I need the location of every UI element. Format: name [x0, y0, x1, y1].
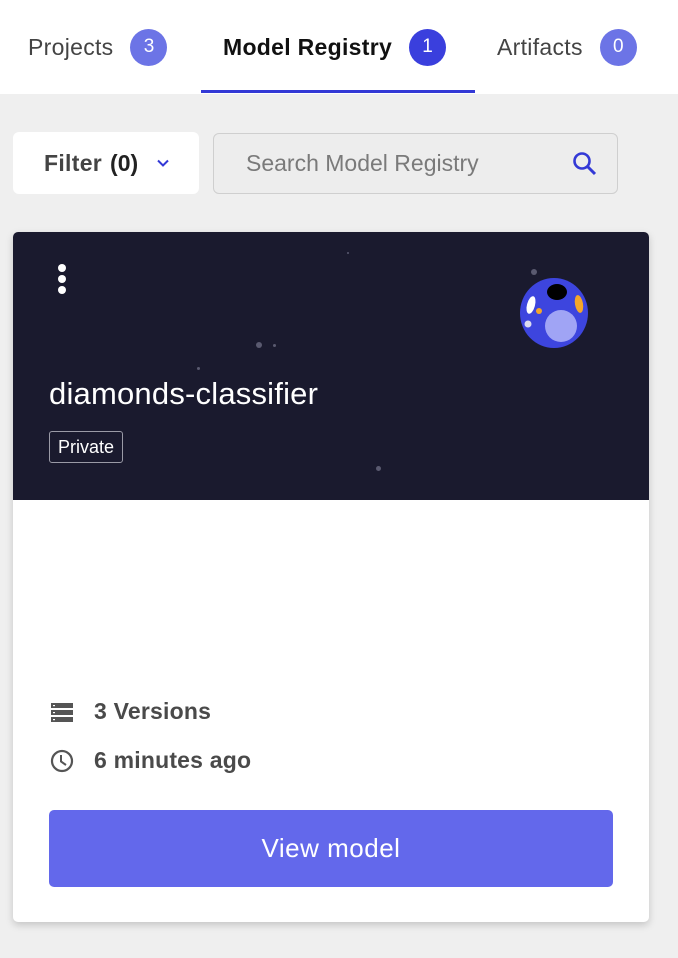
model-card: diamonds-classifier Private 3 Versions 6…	[13, 232, 649, 922]
star-decoration	[256, 342, 262, 348]
updated-time: 6 minutes ago	[94, 747, 252, 773]
star-decoration	[197, 367, 200, 370]
storage-icon	[51, 702, 73, 722]
count-badge: 0	[599, 28, 637, 66]
star-decoration	[531, 269, 537, 275]
count-badge: 1	[409, 28, 447, 66]
model-name[interactable]: diamonds-classifier	[49, 376, 318, 412]
tab-bar: Projects 3 Model Registry 1 Artifacts 0	[0, 0, 678, 94]
filter-label: Filter	[44, 149, 103, 176]
versions-count: 3 Versions	[94, 698, 212, 724]
tab-label: Artifacts	[497, 33, 583, 60]
filter-count: (0)	[110, 149, 139, 176]
tab-label: Projects	[28, 33, 114, 60]
chevron-down-icon	[157, 159, 169, 167]
star-decoration	[347, 252, 349, 254]
search-icon[interactable]	[571, 150, 599, 178]
model-avatar-icon	[520, 278, 588, 348]
search-box	[213, 133, 618, 194]
count-badge: 3	[130, 28, 168, 66]
search-input[interactable]	[244, 149, 568, 178]
versions-row: 3 Versions	[49, 698, 211, 725]
star-decoration	[273, 344, 276, 347]
star-decoration	[376, 466, 381, 471]
more-options-icon[interactable]	[54, 264, 70, 298]
filter-dropdown[interactable]: Filter (0)	[13, 132, 199, 194]
tab-artifacts[interactable]: Artifacts 0	[497, 0, 637, 94]
updated-row: 6 minutes ago	[49, 747, 251, 774]
active-tab-indicator	[201, 90, 475, 93]
view-model-button[interactable]: View model	[49, 810, 613, 887]
clock-icon	[50, 749, 74, 772]
tab-model-registry[interactable]: Model Registry 1	[223, 0, 447, 94]
tab-label: Model Registry	[223, 33, 393, 60]
visibility-badge: Private	[49, 431, 124, 463]
card-header: diamonds-classifier Private	[13, 232, 649, 500]
tab-projects[interactable]: Projects 3	[28, 0, 168, 94]
